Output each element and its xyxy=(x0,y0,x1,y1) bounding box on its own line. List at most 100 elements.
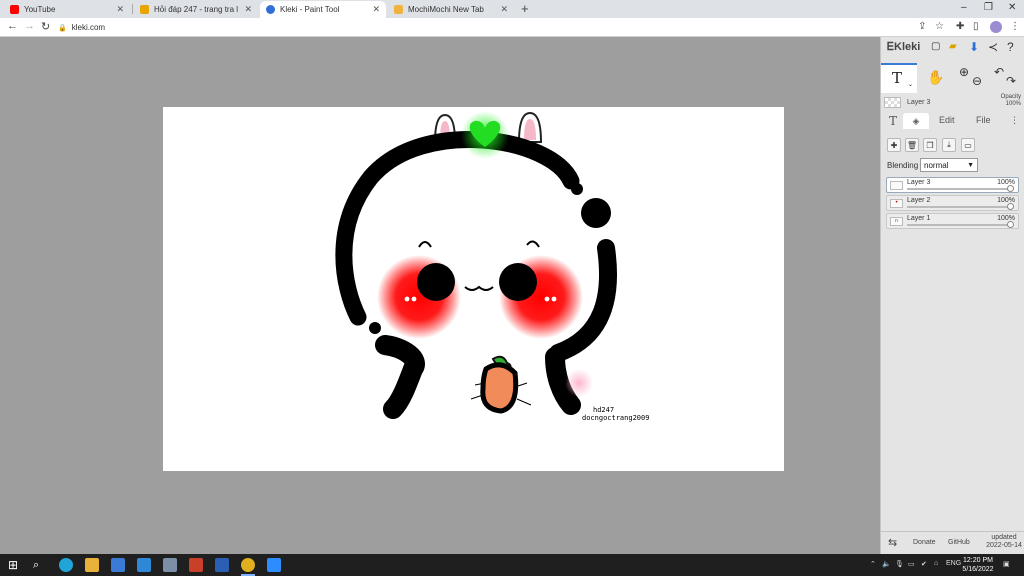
speaker-icon[interactable]: 🔈 xyxy=(882,560,891,568)
chrome-icon[interactable] xyxy=(241,558,255,572)
opacity-value: 100% xyxy=(1005,101,1021,107)
blending-value: normal xyxy=(924,160,949,170)
tab-hoidap[interactable]: Hỏi đáp 247 - trang tra lời ✕ xyxy=(134,1,258,18)
bookmark-star-icon[interactable]: ☆ xyxy=(935,21,944,32)
opacity-label: Opacity xyxy=(1000,94,1021,100)
zoom-out-icon[interactable]: ⊖ xyxy=(972,74,982,88)
antivirus-icon[interactable]: ✔ xyxy=(921,560,927,568)
canvas-workspace[interactable]: hd247 docngoctrang2009 xyxy=(0,37,880,554)
tab-title: MochiMochi New Tab xyxy=(408,5,484,14)
windows-start-icon[interactable]: ⊞ xyxy=(8,558,22,572)
layer-row-1[interactable]: ∩ Layer 1 100% xyxy=(886,213,1019,229)
window-close-icon[interactable]: ✕ xyxy=(1008,2,1016,13)
tab-mochimochi[interactable]: MochiMochi New Tab ✕ xyxy=(388,1,514,18)
layer-opacity-handle[interactable] xyxy=(1007,221,1014,228)
merge-down-button[interactable]: ⤓ xyxy=(942,138,956,152)
profile-avatar[interactable] xyxy=(990,21,1002,33)
microsoft-store-icon[interactable] xyxy=(111,558,125,572)
clock-time: 12:20 PM xyxy=(963,557,993,564)
duplicate-icon: ❐ xyxy=(926,140,934,150)
tab-youtube[interactable]: YouTube ✕ xyxy=(4,1,130,18)
delete-layer-button[interactable]: 🗑 xyxy=(905,138,919,152)
rename-layer-button[interactable]: ▭ xyxy=(961,138,975,152)
text-tool-button[interactable]: T ⌄ xyxy=(881,63,917,93)
restore-icon[interactable]: ❐ xyxy=(984,2,993,13)
tab-edit[interactable]: Edit xyxy=(939,115,955,125)
opacity-readout[interactable]: Opacity 100% xyxy=(991,94,1021,108)
microphone-icon[interactable]: 🎙 xyxy=(895,560,904,568)
layer-opacity-slider[interactable] xyxy=(907,206,1012,208)
browser-menu-icon[interactable]: ⋮ xyxy=(1010,21,1020,32)
help-icon[interactable]: ? xyxy=(1007,40,1014,54)
blending-select[interactable]: normal ▼ xyxy=(920,158,978,172)
taskbar-clock[interactable]: 12:20 PM 5/16/2022 xyxy=(962,556,994,574)
github-link[interactable]: GitHub xyxy=(948,539,970,546)
url-text: kleki.com xyxy=(71,23,106,32)
save-download-icon[interactable]: ⬇ xyxy=(969,40,979,54)
layer-opacity-slider[interactable] xyxy=(907,188,1012,190)
close-icon[interactable]: ✕ xyxy=(500,4,508,15)
tab-text-tool[interactable]: T xyxy=(889,114,897,128)
side-panel-icon[interactable]: ▯ xyxy=(973,21,979,32)
layer-opacity-slider[interactable] xyxy=(907,224,1012,226)
text-tool-icon: T xyxy=(892,69,903,87)
signature-line-2: docngoctrang2009 xyxy=(582,414,649,422)
more-options-icon[interactable]: ⋮ xyxy=(1010,115,1019,126)
redo-icon[interactable]: ↷ xyxy=(1006,74,1016,88)
tab-separator xyxy=(132,4,133,14)
duplicate-layer-button[interactable]: ❐ xyxy=(923,138,937,152)
tab-file[interactable]: File xyxy=(976,115,991,125)
extensions-puzzle-icon[interactable]: ✚ xyxy=(956,21,964,32)
back-arrow-icon[interactable]: ← xyxy=(7,20,18,32)
open-folder-icon[interactable]: ▰ xyxy=(949,41,957,52)
search-icon[interactable]: ⌕ xyxy=(33,558,47,572)
mail-icon[interactable] xyxy=(137,558,151,572)
app-name: Kleki xyxy=(894,41,921,53)
drawing-canvas[interactable]: hd247 docngoctrang2009 xyxy=(163,107,784,471)
network-icon[interactable]: ⌂ xyxy=(934,560,938,567)
share-icon[interactable]: ≺ xyxy=(988,40,998,54)
tab-layers[interactable]: ◈ xyxy=(903,113,929,129)
left-blush xyxy=(377,255,461,339)
close-icon[interactable]: ✕ xyxy=(116,4,124,15)
zoom-in-icon[interactable]: ⊕ xyxy=(959,65,969,79)
notifications-icon[interactable]: ▣ xyxy=(1003,560,1010,568)
word-icon[interactable] xyxy=(215,558,229,572)
layer-row-3[interactable]: Layer 3 100% xyxy=(886,177,1019,193)
layer-thumbnail xyxy=(890,181,903,190)
add-layer-button[interactable]: ✚ xyxy=(887,138,901,152)
kleki-side-panel: ᎬKleki ▢ ▰ ⬇ ≺ ? T ⌄ ✋ ⊕ ⊖ ↶ ↷ Layer 3 O… xyxy=(880,37,1024,554)
kleki-logo: ᎬKleki xyxy=(887,41,920,54)
close-icon[interactable]: ✕ xyxy=(372,4,380,15)
layer-opacity-handle[interactable] xyxy=(1007,185,1014,192)
battery-icon[interactable]: ▭ xyxy=(908,560,915,568)
tab-title: Hỏi đáp 247 - trang tra lời xyxy=(154,5,239,14)
minimize-icon[interactable]: – xyxy=(961,2,967,13)
zoom-app-icon[interactable] xyxy=(267,558,281,572)
close-icon[interactable]: ✕ xyxy=(244,4,252,15)
layer-row-2[interactable]: • Layer 2 100% xyxy=(886,195,1019,211)
file-explorer-icon[interactable] xyxy=(85,558,99,572)
new-tab-button[interactable]: + xyxy=(521,1,529,16)
hand-tool-icon[interactable]: ✋ xyxy=(927,69,944,86)
tray-chevron-icon[interactable]: ⌃ xyxy=(870,560,876,568)
donate-link[interactable]: Donate xyxy=(913,539,936,546)
left-eye xyxy=(417,263,455,301)
tab-kleki[interactable]: Kleki - Paint Tool ✕ xyxy=(260,1,386,18)
forward-arrow-icon[interactable]: → xyxy=(24,20,35,32)
language-indicator[interactable]: ENG xyxy=(946,560,961,567)
edge-browser-icon[interactable] xyxy=(59,558,73,572)
trash-icon: 🗑 xyxy=(906,140,918,150)
swap-side-icon[interactable]: ⇆ xyxy=(888,536,897,549)
browser-tab-bar: YouTube ✕ Hỏi đáp 247 - trang tra lời ✕ … xyxy=(0,0,1024,18)
url-field[interactable]: 🔒 kleki.com xyxy=(58,20,908,35)
powerpoint-icon[interactable] xyxy=(189,558,203,572)
new-image-icon[interactable]: ▢ xyxy=(931,41,940,52)
undo-icon[interactable]: ↶ xyxy=(994,65,1004,79)
kleki-favicon-icon xyxy=(266,5,275,14)
share-icon[interactable]: ⇪ xyxy=(918,21,926,32)
kleki-logo-icon: Ꭼ xyxy=(887,41,895,53)
camera-icon[interactable] xyxy=(163,558,177,572)
layer-opacity-handle[interactable] xyxy=(1007,203,1014,210)
reload-icon[interactable]: ↻ xyxy=(41,20,50,33)
